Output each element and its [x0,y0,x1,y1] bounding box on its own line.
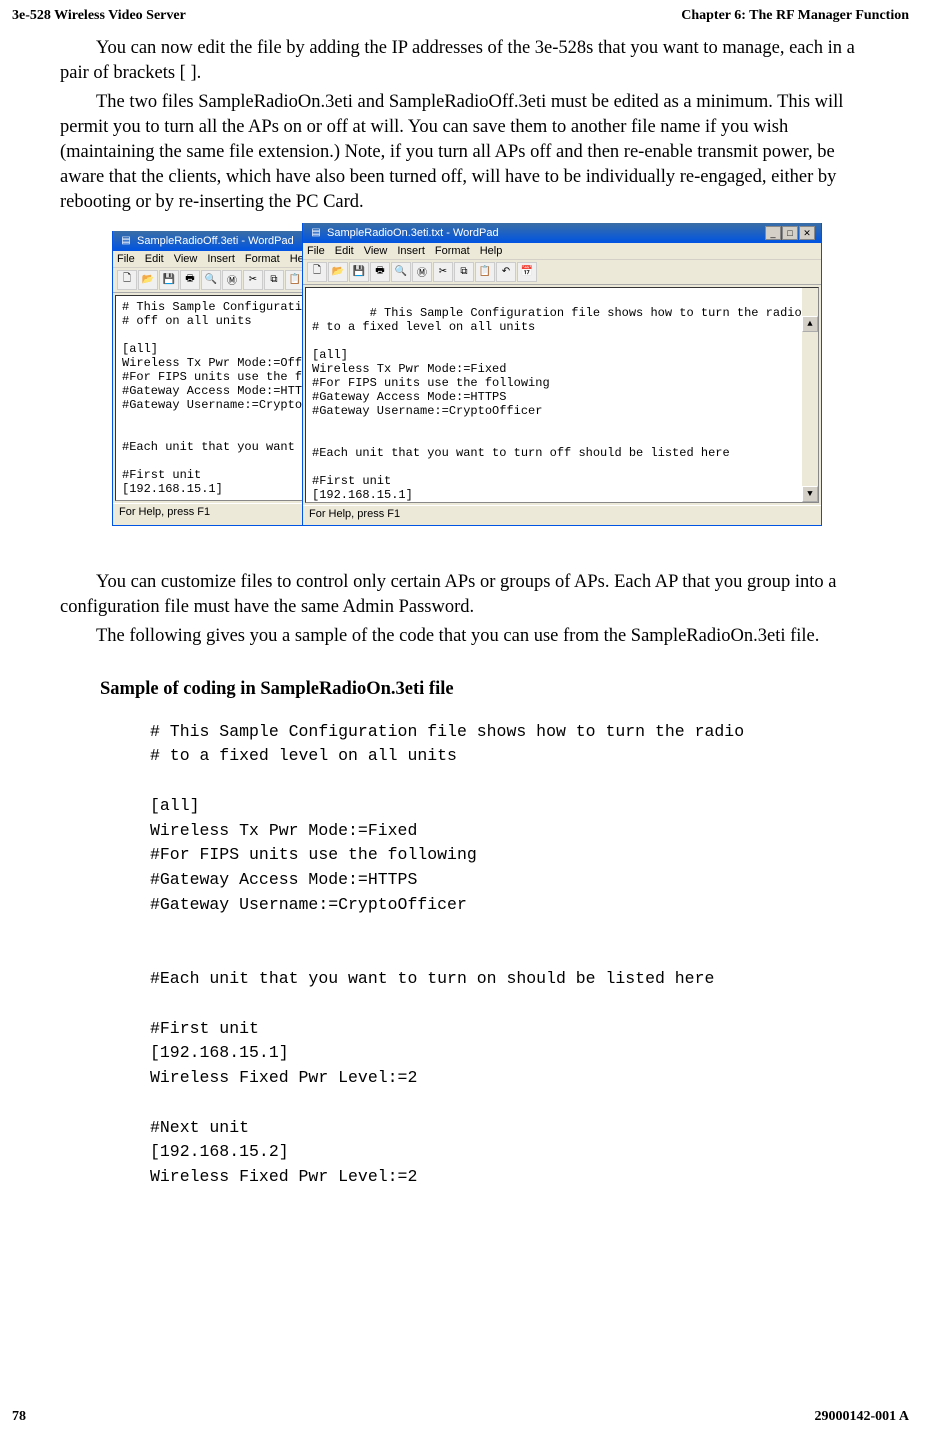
statusbar-on: For Help, press F1 [303,505,821,522]
paste-icon[interactable]: 📋 [475,262,495,282]
copy-icon[interactable]: ⧉ [264,270,284,290]
editor-content-on: # This Sample Configuration file shows h… [312,306,802,503]
header-right: Chapter 6: The RF Manager Function [681,8,909,24]
paragraph-2: The two files SampleRadioOn.3eti and Sam… [60,90,863,215]
close-icon[interactable]: ✕ [799,226,815,240]
copy-icon[interactable]: ⧉ [454,262,474,282]
menu-file[interactable]: File [307,245,325,257]
titlebar-off[interactable]: ▤ SampleRadioOff.3eti - WordPad [113,231,309,251]
minimize-icon[interactable]: _ [765,226,781,240]
paragraph-1: You can now edit the file by adding the … [60,36,863,86]
menu-file[interactable]: File [117,253,135,265]
menu-view[interactable]: View [174,253,198,265]
page-header: 3e-528 Wireless Video Server Chapter 6: … [0,0,933,36]
window-controls: _ □ ✕ [765,226,815,240]
menu-edit[interactable]: Edit [335,245,354,257]
wordpad-window-off: ▤ SampleRadioOff.3eti - WordPad File Edi… [112,231,310,526]
app-icon: ▤ [309,226,323,240]
vertical-scrollbar[interactable]: ▲ ▼ [802,288,818,502]
page-number: 78 [12,1409,26,1425]
screenshot-group: ▤ SampleRadioOff.3eti - WordPad File Edi… [112,223,863,526]
menubar-off: File Edit View Insert Format Help [113,251,309,268]
editor-on[interactable]: # This Sample Configuration file shows h… [305,287,819,503]
preview-icon[interactable]: 🔍 [201,270,221,290]
undo-icon[interactable]: ↶ [496,262,516,282]
preview-icon[interactable]: 🔍 [391,262,411,282]
find-icon[interactable]: Ⓜ [222,270,242,290]
maximize-icon[interactable]: □ [782,226,798,240]
menu-format[interactable]: Format [435,245,470,257]
save-icon[interactable]: 💾 [159,270,179,290]
menu-view[interactable]: View [364,245,388,257]
open-icon[interactable]: 📂 [328,262,348,282]
paragraph-3: You can customize files to control only … [60,570,863,620]
open-icon[interactable]: 📂 [138,270,158,290]
app-icon: ▤ [119,234,133,248]
scroll-down-icon[interactable]: ▼ [802,486,818,502]
paragraph-4: The following gives you a sample of the … [60,624,863,649]
menu-insert[interactable]: Insert [207,253,235,265]
cut-icon[interactable]: ✂ [243,270,263,290]
menu-format[interactable]: Format [245,253,280,265]
window-title-off: SampleRadioOff.3eti - WordPad [137,235,294,247]
menu-help[interactable]: Help [480,245,503,257]
menu-insert[interactable]: Insert [397,245,425,257]
scroll-up-icon[interactable]: ▲ [802,316,818,332]
menu-edit[interactable]: Edit [145,253,164,265]
code-sample: # This Sample Configuration file shows h… [150,720,863,1190]
doc-number: 29000142-001 A [815,1409,910,1425]
header-left: 3e-528 Wireless Video Server [12,8,186,24]
print-icon[interactable]: 🖶 [370,262,390,282]
toolbar-off: 🗋 📂 💾 🖶 🔍 Ⓜ ✂ ⧉ 📋 [113,268,309,293]
cut-icon[interactable]: ✂ [433,262,453,282]
statusbar-off: For Help, press F1 [113,503,309,520]
titlebar-on[interactable]: ▤ SampleRadioOn.3eti.txt - WordPad _ □ ✕ [303,223,821,243]
editor-off[interactable]: # This Sample Configuration # off on all… [115,295,307,501]
wordpad-window-on: ▤ SampleRadioOn.3eti.txt - WordPad _ □ ✕… [302,223,822,526]
page-footer: 78 29000142-001 A [12,1409,909,1425]
page-content: You can now edit the file by adding the … [0,36,933,1190]
date-icon[interactable]: 📅 [517,262,537,282]
new-icon[interactable]: 🗋 [307,262,327,282]
find-icon[interactable]: Ⓜ [412,262,432,282]
menubar-on: File Edit View Insert Format Help [303,243,821,260]
toolbar-on: 🗋 📂 💾 🖶 🔍 Ⓜ ✂ ⧉ 📋 ↶ 📅 [303,260,821,285]
save-icon[interactable]: 💾 [349,262,369,282]
window-title-on: SampleRadioOn.3eti.txt - WordPad [327,227,499,239]
sample-coding-heading: Sample of coding in SampleRadioOn.3eti f… [100,679,863,700]
print-icon[interactable]: 🖶 [180,270,200,290]
new-icon[interactable]: 🗋 [117,270,137,290]
